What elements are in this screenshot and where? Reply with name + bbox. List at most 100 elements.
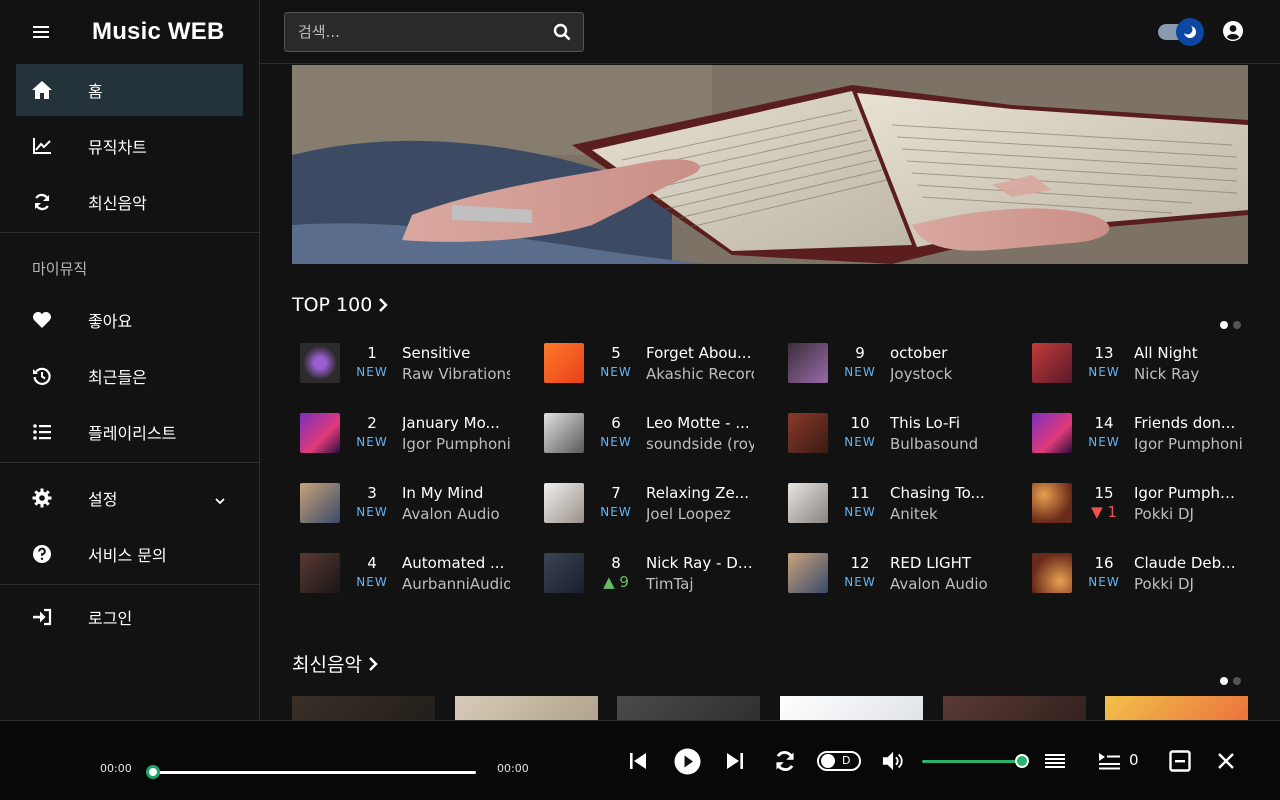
- playlist-button[interactable]: [1043, 749, 1067, 773]
- history-icon: [30, 364, 54, 388]
- track-artist[interactable]: Raw Vibrations: [402, 365, 510, 383]
- track-title[interactable]: Leo Motte - ...: [646, 414, 754, 432]
- play-icon: [674, 748, 700, 774]
- chart-item[interactable]: 4 NEW Automated ... AurbanniAudio: [292, 545, 522, 615]
- track-artist[interactable]: TimTaj: [646, 575, 754, 593]
- track-artist[interactable]: Pokki DJ: [1134, 505, 1242, 523]
- mute-button[interactable]: [882, 749, 906, 773]
- track-artist[interactable]: soundside (roy: [646, 435, 754, 453]
- track-artist[interactable]: Anitek: [890, 505, 998, 523]
- latest-album-card[interactable]: [943, 696, 1086, 720]
- track-title[interactable]: Nick Ray - Di...: [646, 554, 754, 572]
- sidebar-item-recent[interactable]: 최근들은: [16, 350, 243, 402]
- rank-change: NEW: [1088, 365, 1120, 379]
- track-artist[interactable]: Joystock: [890, 365, 998, 383]
- track-title[interactable]: This Lo-Fi: [890, 414, 998, 432]
- track-artist[interactable]: Igor Pumphonia: [402, 435, 510, 453]
- progress-slider[interactable]: [146, 765, 476, 779]
- track-artist[interactable]: Nick Ray: [1134, 365, 1242, 383]
- track-artist[interactable]: Pokki DJ: [1134, 575, 1242, 593]
- track-title[interactable]: Claude Deb...: [1134, 554, 1242, 572]
- track-title[interactable]: Automated ...: [402, 554, 510, 572]
- menu-icon[interactable]: [33, 22, 53, 42]
- chart-item[interactable]: 1 NEW Sensitive Raw Vibrations: [292, 335, 522, 405]
- repeat-button[interactable]: [773, 749, 797, 773]
- track-artist[interactable]: Joel Loopez: [646, 505, 754, 523]
- sidebar-item-login[interactable]: 로그인: [16, 591, 243, 643]
- mode-toggle[interactable]: D: [817, 751, 861, 771]
- previous-button[interactable]: [626, 749, 650, 773]
- queue-count: 0: [1129, 751, 1139, 769]
- track-title[interactable]: In My Mind: [402, 484, 510, 502]
- chart-item[interactable]: 16 NEW Claude Deb... Pokki DJ: [1024, 545, 1254, 615]
- track-artist[interactable]: Avalon Audio: [402, 505, 510, 523]
- track-title[interactable]: RED LIGHT: [890, 554, 998, 572]
- album-cover: [300, 343, 340, 383]
- latest-album-card[interactable]: [780, 696, 923, 720]
- track-title[interactable]: october: [890, 344, 998, 362]
- app-title[interactable]: Music WEB: [92, 18, 224, 46]
- sidebar-item-likes[interactable]: 좋아요: [16, 294, 243, 346]
- track-title[interactable]: January Mo...: [402, 414, 510, 432]
- track-artist[interactable]: Akashic Records: [646, 365, 754, 383]
- track-artist[interactable]: Avalon Audio: [890, 575, 998, 593]
- track-title[interactable]: All Night: [1134, 344, 1242, 362]
- volume-thumb[interactable]: [1015, 754, 1029, 768]
- track-artist[interactable]: AurbanniAudio: [402, 575, 510, 593]
- chart-item[interactable]: 6 NEW Leo Motte - ... soundside (roy: [536, 405, 766, 475]
- pager-dot[interactable]: [1233, 677, 1241, 685]
- chart-item[interactable]: 3 NEW In My Mind Avalon Audio: [292, 475, 522, 545]
- minimize-player-button[interactable]: [1168, 749, 1192, 773]
- chart-item[interactable]: 2 NEW January Mo... Igor Pumphonia: [292, 405, 522, 475]
- track-title[interactable]: Relaxing Ze...: [646, 484, 754, 502]
- latest-album-card[interactable]: [1105, 696, 1248, 720]
- next-button[interactable]: [723, 749, 747, 773]
- account-icon[interactable]: [1222, 20, 1246, 44]
- chart-item[interactable]: 13 NEW All Night Nick Ray: [1024, 335, 1254, 405]
- pager-dot-active[interactable]: [1220, 677, 1228, 685]
- sidebar-item-latest-music[interactable]: 최신음악: [16, 176, 243, 228]
- chart-item[interactable]: 12 NEW RED LIGHT Avalon Audio: [780, 545, 1010, 615]
- total-time: 00:00: [497, 762, 529, 775]
- play-button[interactable]: [673, 747, 701, 775]
- pager-dot-active[interactable]: [1220, 321, 1228, 329]
- track-title[interactable]: Igor Pumpho...: [1134, 484, 1242, 502]
- search-icon[interactable]: [553, 23, 571, 45]
- latest-album-card[interactable]: [455, 696, 598, 720]
- search-input[interactable]: [285, 13, 535, 51]
- track-title[interactable]: Forget Abou...: [646, 344, 754, 362]
- progress-thumb[interactable]: [146, 765, 160, 779]
- top100-heading[interactable]: TOP 100: [292, 294, 389, 316]
- search-box: [284, 12, 584, 52]
- chart-item[interactable]: 14 NEW Friends don... Igor Pumphonia: [1024, 405, 1254, 475]
- sidebar-item-settings[interactable]: 설정: [16, 472, 243, 524]
- dark-mode-toggle[interactable]: [1156, 18, 1204, 46]
- chart-item[interactable]: 15 ▼ 1 Igor Pumpho... Pokki DJ: [1024, 475, 1254, 545]
- track-title[interactable]: Sensitive: [402, 344, 510, 362]
- banner-image[interactable]: [292, 65, 1248, 264]
- track-title[interactable]: Friends don...: [1134, 414, 1242, 432]
- queue-button[interactable]: [1097, 749, 1121, 773]
- track-artist[interactable]: Igor Pumphonia: [1134, 435, 1242, 453]
- volume-slider[interactable]: [922, 754, 1029, 768]
- pager-dot[interactable]: [1233, 321, 1241, 329]
- latest-heading[interactable]: 최신음악: [292, 650, 378, 677]
- sidebar-item-support[interactable]: 서비스 문의: [16, 528, 243, 580]
- chart-item[interactable]: 7 NEW Relaxing Ze... Joel Loopez: [536, 475, 766, 545]
- chart-item[interactable]: 11 NEW Chasing To... Anitek: [780, 475, 1010, 545]
- chart-item[interactable]: 10 NEW This Lo-Fi Bulbasound: [780, 405, 1010, 475]
- chart-item[interactable]: 9 NEW october Joystock: [780, 335, 1010, 405]
- sidebar-item-home[interactable]: 홈: [16, 64, 243, 116]
- sidebar-item-label: 최근들은: [88, 368, 147, 387]
- chart-item[interactable]: 5 NEW Forget Abou... Akashic Records: [536, 335, 766, 405]
- close-player-button[interactable]: [1214, 749, 1238, 773]
- track-artist[interactable]: Bulbasound: [890, 435, 998, 453]
- sidebar-item-music-chart[interactable]: 뮤직차트: [16, 120, 243, 172]
- track-title[interactable]: Chasing To...: [890, 484, 998, 502]
- rank-change: ▲ 9: [603, 573, 629, 591]
- chart-item[interactable]: 8 ▲ 9 Nick Ray - Di... TimTaj: [536, 545, 766, 615]
- latest-album-card[interactable]: [292, 696, 435, 720]
- latest-album-card[interactable]: [617, 696, 760, 720]
- sidebar-item-playlist[interactable]: 플레이리스트: [16, 406, 243, 458]
- help-icon: [30, 542, 54, 566]
